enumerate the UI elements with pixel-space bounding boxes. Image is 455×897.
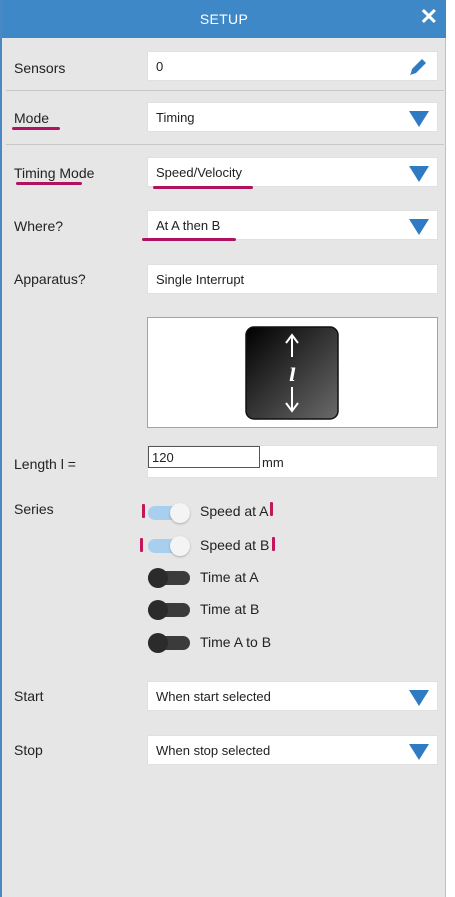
mode-dropdown[interactable]: Timing — [147, 102, 438, 132]
toggle-time-at-a[interactable] — [148, 568, 190, 588]
toggle-knob — [170, 536, 190, 556]
toggle-knob — [148, 633, 168, 653]
annotation-underline — [153, 186, 253, 189]
where-label: Where? — [14, 218, 64, 234]
stop-value: When stop selected — [156, 743, 271, 758]
series-label-speed-at-a: Speed at A — [200, 503, 269, 519]
series-label-speed-at-b: Speed at B — [200, 537, 270, 553]
setup-panel: SETUP ✕ Sensors 0 Mode Timing Timing Mod… — [0, 0, 446, 897]
apparatus-value: Single Interrupt — [156, 272, 245, 287]
toggle-time-at-b[interactable] — [148, 600, 190, 620]
chevron-down-icon — [409, 690, 429, 706]
panel-title: SETUP — [199, 11, 249, 27]
length-input[interactable]: 120 — [148, 446, 260, 468]
mode-value: Timing — [156, 110, 195, 125]
chevron-down-icon — [409, 219, 429, 235]
stop-dropdown[interactable]: When stop selected — [147, 735, 438, 765]
sensors-value: 0 — [156, 59, 164, 74]
chevron-down-icon — [409, 111, 429, 127]
apparatus-label: Apparatus? — [14, 271, 86, 287]
chevron-down-icon — [409, 166, 429, 182]
length-value: 120 — [152, 450, 174, 465]
chevron-down-icon — [409, 744, 429, 760]
apparatus-field[interactable]: Single Interrupt — [147, 264, 438, 294]
title-bar: SETUP ✕ — [2, 0, 446, 38]
timing-mode-value: Speed/Velocity — [156, 165, 243, 180]
series-label: Series — [14, 501, 54, 517]
series-label-time-a-to-b: Time A to B — [200, 634, 272, 650]
start-dropdown[interactable]: When start selected — [147, 681, 438, 711]
timing-mode-label: Timing Mode — [14, 165, 95, 181]
pencil-icon[interactable] — [407, 56, 429, 78]
single-interrupt-card-icon: l — [245, 326, 339, 420]
toggle-speed-at-b[interactable] — [148, 536, 190, 556]
where-value: At A then B — [156, 218, 221, 233]
series-label-time-at-a: Time at A — [200, 569, 259, 585]
toggle-knob — [170, 503, 190, 523]
timing-mode-dropdown[interactable]: Speed/Velocity — [147, 157, 438, 187]
toggle-knob — [148, 568, 168, 588]
annotation-mark — [142, 504, 145, 518]
length-row: 120 mm — [147, 445, 438, 478]
start-label: Start — [14, 688, 44, 704]
annotation-underline — [12, 127, 60, 130]
annotation-mark — [270, 502, 273, 516]
sensors-field[interactable]: 0 — [147, 51, 438, 81]
annotation-mark — [272, 537, 275, 551]
apparatus-option-card[interactable]: l — [147, 317, 438, 428]
sensors-label: Sensors — [14, 60, 66, 76]
mode-label: Mode — [14, 110, 50, 126]
close-icon[interactable]: ✕ — [420, 4, 438, 30]
length-unit: mm — [262, 455, 284, 470]
separator — [6, 90, 444, 91]
annotation-mark — [140, 538, 143, 552]
start-value: When start selected — [156, 689, 271, 704]
annotation-underline — [16, 182, 82, 185]
annotation-underline — [142, 238, 236, 241]
toggle-time-a-to-b[interactable] — [148, 633, 190, 653]
where-dropdown[interactable]: At A then B — [147, 210, 438, 240]
stop-label: Stop — [14, 742, 43, 758]
length-label: Length l = — [14, 456, 76, 472]
series-label-time-at-b: Time at B — [200, 601, 260, 617]
toggle-speed-at-a[interactable] — [148, 503, 190, 523]
card-letter: l — [289, 365, 296, 386]
toggle-knob — [148, 600, 168, 620]
separator — [6, 144, 444, 145]
